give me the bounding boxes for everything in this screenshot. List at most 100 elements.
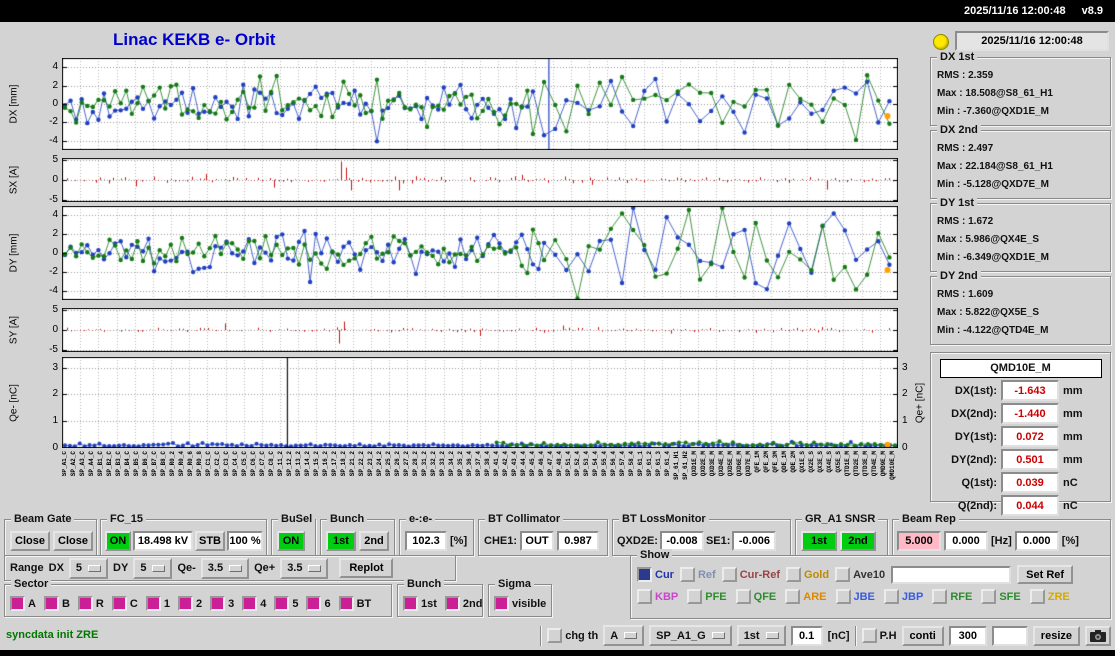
show-checkbox-jbp[interactable]: JBP bbox=[883, 589, 923, 604]
ph-checkbox[interactable]: P.H bbox=[861, 628, 897, 643]
bpm-option-select[interactable]: SP_A1_G bbox=[649, 625, 732, 646]
range-dx-select[interactable]: 5 bbox=[68, 557, 109, 579]
ref-name-input[interactable] bbox=[891, 565, 1012, 584]
bunch-checkbox-1st[interactable]: 1st bbox=[403, 596, 437, 611]
aux-input[interactable] bbox=[991, 625, 1028, 646]
show-checkbox-pfe[interactable]: PFE bbox=[687, 589, 727, 604]
gr-a1-1st-button[interactable]: 1st bbox=[801, 530, 837, 551]
sector-checkbox-2[interactable]: 2 bbox=[177, 596, 202, 611]
sector-checkbox-c[interactable]: C bbox=[111, 596, 138, 611]
show-checkbox-qfe[interactable]: QFE bbox=[735, 589, 776, 604]
bunch-2nd-button[interactable]: 2nd bbox=[359, 530, 389, 551]
checkbox-indicator bbox=[111, 596, 127, 611]
checkbox-label: ARE bbox=[803, 590, 827, 603]
range-qep-select[interactable]: 3.5 bbox=[280, 557, 329, 579]
threshold-input[interactable]: 0.1 bbox=[790, 625, 823, 646]
beam-gate-close-1-button[interactable]: Close bbox=[10, 530, 50, 551]
beam-rep-set-readout: 5.000 bbox=[897, 530, 941, 551]
checkbox-label: B bbox=[61, 597, 70, 610]
monitor-label: DY(2nd): bbox=[951, 453, 997, 466]
bunch-items: 1st 2nd bbox=[403, 596, 482, 611]
bpm-label: SP_27_2 bbox=[403, 451, 410, 477]
fc15-stb-button[interactable]: STB bbox=[195, 530, 225, 551]
checkbox-label: C bbox=[129, 597, 138, 610]
bpm-label: SP_37_4 bbox=[475, 451, 482, 477]
bpm-label: SP_R0_8 bbox=[196, 451, 203, 477]
bpm-label: SP_16_2 bbox=[322, 451, 329, 477]
gr-a1-2nd-button[interactable]: 2nd bbox=[840, 530, 876, 551]
busel-on-button[interactable]: ON bbox=[277, 530, 305, 551]
charge-ratio-readout: 102.3 bbox=[405, 530, 447, 551]
monitor-row: DX(1st): -1.643 mm bbox=[935, 380, 1106, 401]
dropdown-indicator-icon bbox=[765, 632, 779, 639]
bpm-label: SP_61_1 bbox=[637, 451, 644, 477]
stat-rms: RMS : 2.497 bbox=[937, 143, 994, 154]
y-axis-tick-label: -2 bbox=[49, 116, 58, 128]
show-checkbox-sfe[interactable]: SFE bbox=[981, 589, 1021, 604]
range-qem-select[interactable]: 3.5 bbox=[200, 557, 250, 579]
bpm-label: SP_R0_6 bbox=[187, 451, 194, 477]
resize-button[interactable]: resize bbox=[1032, 625, 1080, 646]
sector-checkbox-b[interactable]: B bbox=[43, 596, 70, 611]
sigma-group: Sigma visible bbox=[488, 578, 552, 617]
bpm-label: QDE_1M bbox=[781, 451, 788, 473]
sector-checkbox-1[interactable]: 1 bbox=[145, 596, 170, 611]
show-checkbox-are[interactable]: ARE bbox=[785, 589, 827, 604]
sigma-checkbox-visible[interactable]: visible bbox=[494, 596, 546, 611]
show-checkbox-cur[interactable]: Cur bbox=[637, 567, 674, 582]
bpm-label: SP_C6_C bbox=[250, 451, 257, 477]
conti-button[interactable]: conti bbox=[901, 625, 944, 646]
sector-checkbox-5[interactable]: 5 bbox=[274, 596, 298, 611]
show-checkbox-cur-ref[interactable]: Cur-Ref bbox=[721, 567, 780, 582]
bpm-label: QXD5E_M bbox=[727, 451, 734, 477]
show-group: Show Cur Ref Cur-Ref Gold Ave10 Set Ref KBP P… bbox=[630, 549, 1111, 619]
show-checkbox-jbe[interactable]: JBE bbox=[835, 589, 875, 604]
bunch-checkbox-2nd[interactable]: 2nd bbox=[444, 596, 482, 611]
show-checkbox-ave10[interactable]: Ave10 bbox=[835, 567, 885, 582]
set-ref-button[interactable]: Set Ref bbox=[1017, 565, 1074, 584]
checkbox-indicator bbox=[679, 567, 695, 582]
titlebar: 2025/11/16 12:00:48 v8.9 bbox=[0, 0, 1115, 22]
show-checkbox-ref[interactable]: Ref bbox=[679, 567, 716, 582]
sector-option-select[interactable]: A bbox=[603, 625, 645, 646]
chg-th-checkbox[interactable]: chg th bbox=[547, 628, 598, 643]
checkbox-label: Ref bbox=[697, 568, 716, 581]
bpm-label: SP_B8_C bbox=[160, 451, 167, 477]
sector-checkbox-bt[interactable]: BT bbox=[338, 596, 371, 611]
bpm-label: SP_41_4 bbox=[493, 451, 500, 477]
bpm-label: SP_48_4 bbox=[556, 451, 563, 477]
sector-checkbox-3[interactable]: 3 bbox=[210, 596, 234, 611]
beam-rep-readout: 0.000 bbox=[944, 530, 988, 551]
show-checkbox-gold[interactable]: Gold bbox=[786, 567, 829, 582]
checkbox-indicator bbox=[835, 567, 851, 582]
beam-gate-close-2-button[interactable]: Close bbox=[53, 530, 93, 551]
bpm-label: QX3E_S bbox=[817, 451, 824, 473]
bpm-label: SP_B3_C bbox=[115, 451, 122, 477]
checkbox-indicator bbox=[1029, 589, 1045, 604]
show-checkbox-kbp[interactable]: KBP bbox=[637, 589, 678, 604]
qxd2e-label: QXD2E: bbox=[617, 534, 658, 547]
bpm-label: SP_26_2 bbox=[394, 451, 401, 477]
bpm-label: SP_C2_C bbox=[214, 451, 221, 477]
fc15-on-button[interactable]: ON bbox=[105, 530, 131, 551]
show-checkbox-rfe[interactable]: RFE bbox=[932, 589, 972, 604]
interval-input[interactable]: 300 bbox=[948, 625, 987, 646]
sector-checkbox-r[interactable]: R bbox=[77, 596, 104, 611]
checkbox-label: RFE bbox=[950, 590, 973, 603]
sector-checkbox-4[interactable]: 4 bbox=[242, 596, 266, 611]
screenshot-button[interactable] bbox=[1085, 625, 1111, 646]
checkbox-indicator bbox=[403, 596, 418, 611]
bunch-option-select[interactable]: 1st bbox=[736, 625, 786, 646]
y-axis-tick-label: 0 bbox=[52, 174, 58, 185]
bpm-label: QX2E_S bbox=[808, 451, 815, 473]
range-dy-select[interactable]: 5 bbox=[133, 557, 173, 579]
y-axis-tick-label: 4 bbox=[52, 209, 58, 221]
sector-checkbox-a[interactable]: A bbox=[10, 596, 36, 611]
stat-min: Min : -7.360@QXD1E_M bbox=[937, 106, 1050, 117]
sector-checkbox-6[interactable]: 6 bbox=[306, 596, 331, 611]
selected-value: 1st bbox=[743, 629, 760, 642]
bpm-label: SP_C4_C bbox=[232, 451, 239, 477]
show-checkbox-zre[interactable]: ZRE bbox=[1029, 589, 1070, 604]
bunch-1st-button[interactable]: 1st bbox=[326, 530, 356, 551]
replot-button[interactable]: Replot bbox=[339, 558, 394, 578]
